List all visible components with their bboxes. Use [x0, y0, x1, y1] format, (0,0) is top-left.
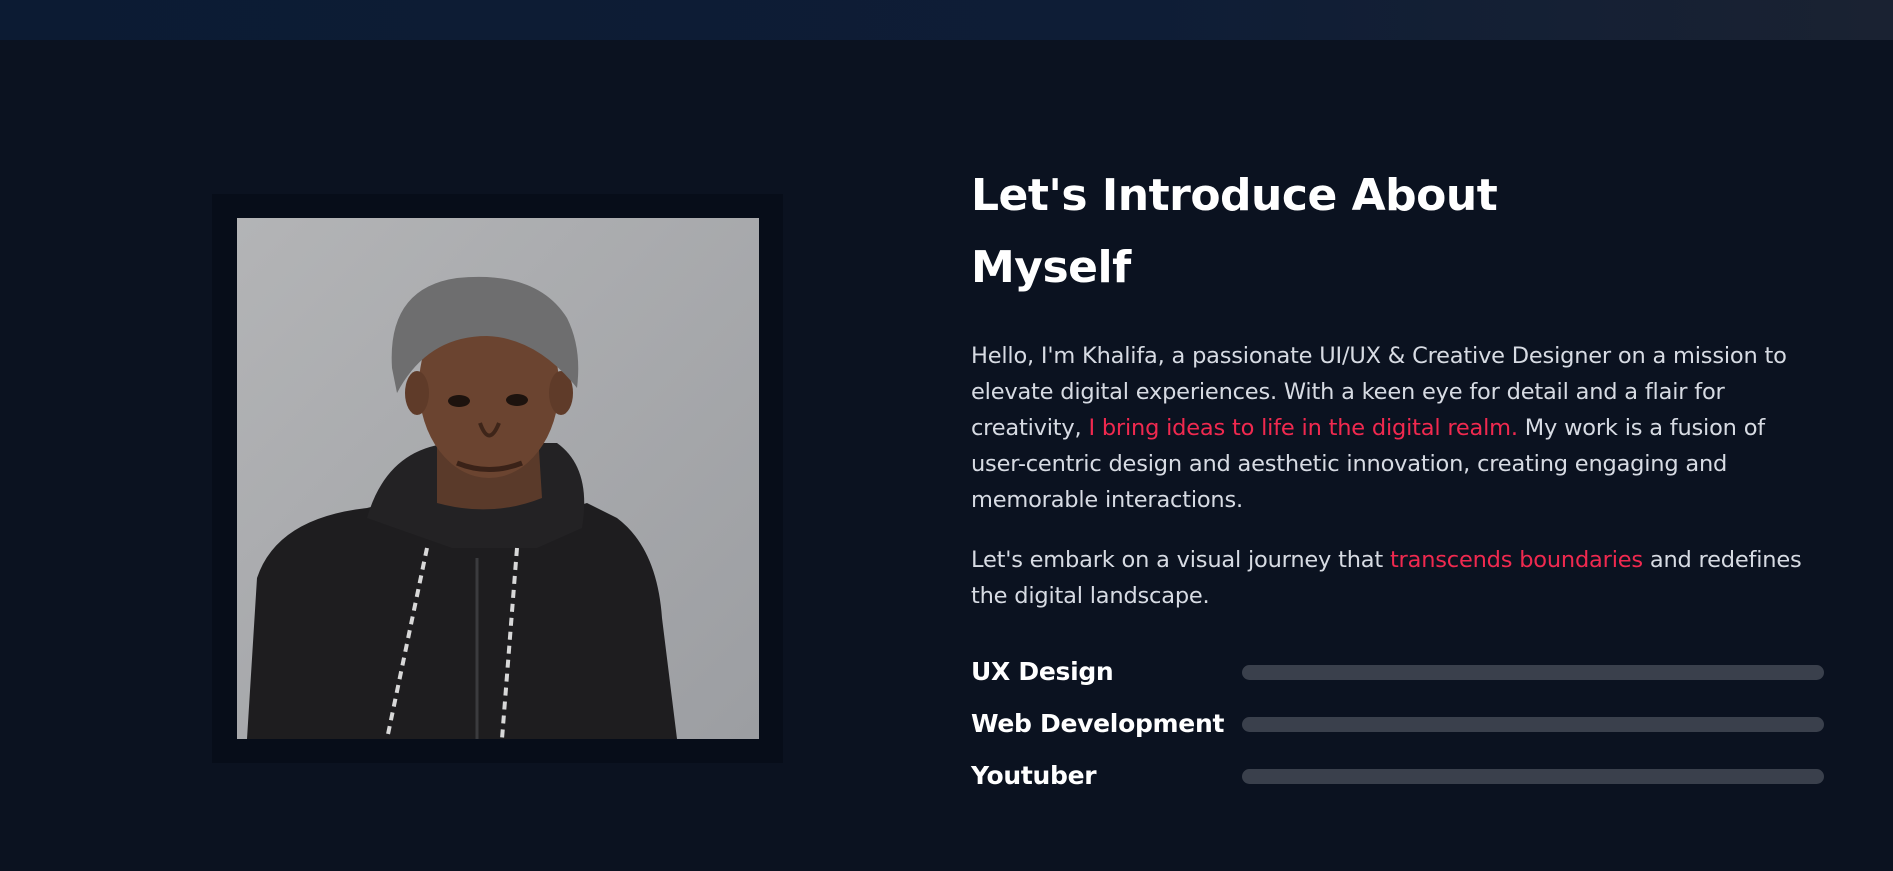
skill-label: UX Design — [971, 657, 1114, 686]
page-title: Let's Introduce About Myself — [971, 160, 1531, 304]
profile-photo — [237, 218, 759, 739]
title-line-1: Let's Introduce About — [971, 170, 1498, 221]
top-navbar — [0, 0, 1893, 40]
intro-highlight: I bring ideas to life in the digital rea… — [1088, 415, 1518, 441]
skill-label: Youtuber — [971, 761, 1097, 790]
skill-progress-track — [1242, 665, 1824, 680]
skills-list: UX Design Web Development Youtuber — [971, 650, 1824, 806]
outro-text-part1: Let's embark on a visual journey that — [971, 547, 1390, 573]
outro-highlight: transcends boundaries — [1389, 547, 1643, 573]
skill-row-youtuber: Youtuber — [971, 754, 1824, 806]
skill-row-web-development: Web Development — [971, 702, 1824, 754]
skill-progress-track — [1242, 717, 1824, 732]
about-section: Let's Introduce About Myself Hello, I'm … — [971, 160, 1831, 614]
portrait-photo-icon — [237, 218, 759, 739]
skill-label: Web Development — [971, 709, 1225, 738]
skill-row-ux-design: UX Design — [971, 650, 1824, 702]
intro-paragraph: Hello, I'm Khalifa, a passionate UI/UX &… — [971, 338, 1821, 518]
skill-progress-track — [1242, 769, 1824, 784]
title-line-2: Myself — [971, 242, 1131, 293]
outro-paragraph: Let's embark on a visual journey that tr… — [971, 542, 1821, 614]
